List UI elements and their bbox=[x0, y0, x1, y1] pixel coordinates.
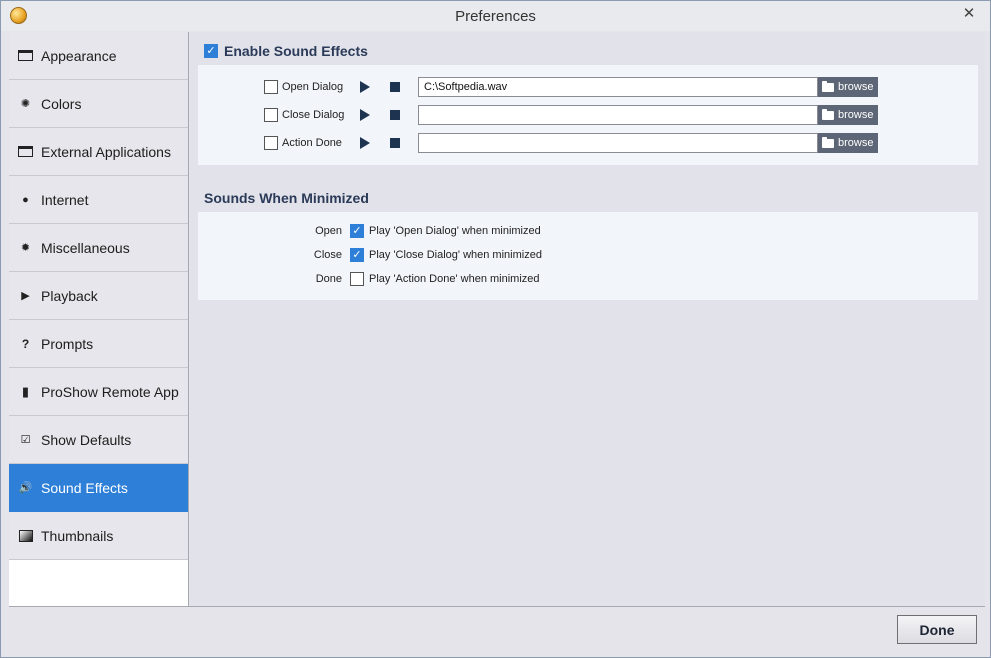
open-dialog-path-input[interactable] bbox=[418, 77, 818, 97]
folder-icon bbox=[822, 80, 834, 92]
browse-label: browse bbox=[838, 137, 874, 149]
action-done-path-input[interactable] bbox=[418, 133, 818, 153]
preferences-window: Preferences ✕ Appearance ✺ Colors Extern… bbox=[0, 0, 991, 658]
minimized-open-label: Open bbox=[315, 225, 342, 237]
close-dialog-path-input[interactable] bbox=[418, 105, 818, 125]
minimized-row-open: Open ✓ Play 'Open Dialog' when minimized bbox=[198, 221, 978, 241]
sidebar-item-external-applications[interactable]: External Applications bbox=[9, 128, 188, 176]
folder-icon bbox=[822, 108, 834, 120]
done-button[interactable]: Done bbox=[897, 615, 977, 644]
action-done-browse-button[interactable]: browse bbox=[818, 133, 878, 153]
sound-row-action-done: Action Done browse bbox=[198, 133, 978, 153]
minimized-open-text: Play 'Open Dialog' when minimized bbox=[369, 225, 541, 237]
stop-icon[interactable] bbox=[390, 82, 400, 92]
minimized-row-close: Close ✓ Play 'Close Dialog' when minimiz… bbox=[198, 245, 978, 265]
minimized-done-text: Play 'Action Done' when minimized bbox=[369, 273, 540, 285]
sidebar-item-label: Prompts bbox=[41, 335, 94, 352]
sounds-when-minimized-title: Sounds When Minimized bbox=[204, 190, 369, 206]
open-dialog-label: Open Dialog bbox=[282, 81, 344, 93]
gear-icon: ✹ bbox=[20, 242, 31, 254]
enable-sound-effects-checkbox[interactable]: ✓ bbox=[204, 44, 218, 58]
sidebar-item-label: Playback bbox=[41, 287, 98, 304]
sound-row-open-dialog: Open Dialog browse bbox=[198, 77, 978, 97]
play-icon[interactable] bbox=[360, 137, 370, 149]
enable-sound-effects-label: Enable Sound Effects bbox=[224, 43, 368, 59]
action-done-checkbox[interactable] bbox=[264, 136, 278, 150]
minimized-panel: Open ✓ Play 'Open Dialog' when minimized… bbox=[198, 212, 978, 300]
speaker-icon: 🔊 bbox=[18, 482, 33, 494]
browse-label: browse bbox=[838, 109, 874, 121]
sidebar-item-label: Internet bbox=[41, 191, 89, 208]
close-dialog-browse-button[interactable]: browse bbox=[818, 105, 878, 125]
minimized-done-checkbox[interactable] bbox=[350, 272, 364, 286]
checkbox-icon: ☑ bbox=[20, 434, 31, 446]
sidebar-item-thumbnails[interactable]: Thumbnails bbox=[9, 512, 188, 560]
minimized-close-checkbox[interactable]: ✓ bbox=[350, 248, 364, 262]
colors-icon: ✺ bbox=[20, 98, 31, 110]
close-dialog-checkbox[interactable] bbox=[264, 108, 278, 122]
sidebar-item-label: ProShow Remote App bbox=[41, 383, 179, 400]
sidebar-item-colors[interactable]: ✺ Colors bbox=[9, 80, 188, 128]
sidebar-item-label: Appearance bbox=[41, 47, 117, 64]
window-icon bbox=[18, 48, 33, 63]
question-icon: ? bbox=[21, 336, 30, 351]
action-done-label: Action Done bbox=[282, 137, 342, 149]
folder-icon bbox=[822, 136, 834, 148]
stop-icon[interactable] bbox=[390, 110, 400, 120]
sidebar-item-label: Show Defaults bbox=[41, 431, 132, 448]
minimized-open-checkbox[interactable]: ✓ bbox=[350, 224, 364, 238]
globe-icon: ● bbox=[22, 193, 29, 206]
enable-sound-effects-toggle[interactable]: ✓ Enable Sound Effects bbox=[204, 43, 368, 59]
close-button[interactable]: ✕ bbox=[956, 3, 982, 23]
sidebar-item-appearance[interactable]: Appearance bbox=[9, 32, 188, 80]
sidebar: Appearance ✺ Colors External Application… bbox=[9, 32, 189, 606]
open-dialog-browse-button[interactable]: browse bbox=[818, 77, 878, 97]
play-icon[interactable] bbox=[360, 81, 370, 93]
sidebar-item-label: Miscellaneous bbox=[41, 239, 130, 256]
sidebar-item-label: External Applications bbox=[41, 143, 171, 160]
external-app-icon bbox=[18, 144, 33, 159]
minimized-close-label: Close bbox=[313, 249, 342, 261]
minimized-close-text: Play 'Close Dialog' when minimized bbox=[369, 249, 542, 261]
sidebar-item-label: Colors bbox=[41, 95, 82, 112]
sound-effects-pane: ✓ Enable Sound Effects Open Dialog brows… bbox=[190, 32, 985, 606]
sound-row-close-dialog: Close Dialog browse bbox=[198, 105, 978, 125]
close-dialog-label: Close Dialog bbox=[282, 109, 345, 121]
sidebar-item-label: Sound Effects bbox=[41, 479, 128, 496]
sidebar-item-sound-effects[interactable]: 🔊 Sound Effects bbox=[9, 464, 188, 512]
minimized-done-label: Done bbox=[315, 273, 342, 285]
minimized-row-done: Done Play 'Action Done' when minimized bbox=[198, 269, 978, 289]
remote-icon: ▮ bbox=[21, 383, 30, 399]
title-bar: Preferences ✕ bbox=[1, 1, 990, 31]
sidebar-item-proshow-remote-app[interactable]: ▮ ProShow Remote App bbox=[9, 368, 188, 416]
footer: Done bbox=[9, 606, 985, 654]
sidebar-item-miscellaneous[interactable]: ✹ Miscellaneous bbox=[9, 224, 188, 272]
sidebar-item-internet[interactable]: ● Internet bbox=[9, 176, 188, 224]
stop-icon[interactable] bbox=[390, 138, 400, 148]
sidebar-item-prompts[interactable]: ? Prompts bbox=[9, 320, 188, 368]
sidebar-item-show-defaults[interactable]: ☑ Show Defaults bbox=[9, 416, 188, 464]
open-dialog-checkbox[interactable] bbox=[264, 80, 278, 94]
play-icon: ▶ bbox=[21, 290, 30, 302]
sound-files-panel: Open Dialog browse Close Dialog browse bbox=[198, 65, 978, 165]
sidebar-item-label: Thumbnails bbox=[41, 527, 114, 544]
window-title: Preferences bbox=[455, 7, 536, 25]
thumbnail-icon bbox=[18, 528, 33, 543]
browse-label: browse bbox=[838, 81, 874, 93]
app-logo-icon bbox=[10, 7, 27, 24]
sidebar-item-playback[interactable]: ▶ Playback bbox=[9, 272, 188, 320]
play-icon[interactable] bbox=[360, 109, 370, 121]
